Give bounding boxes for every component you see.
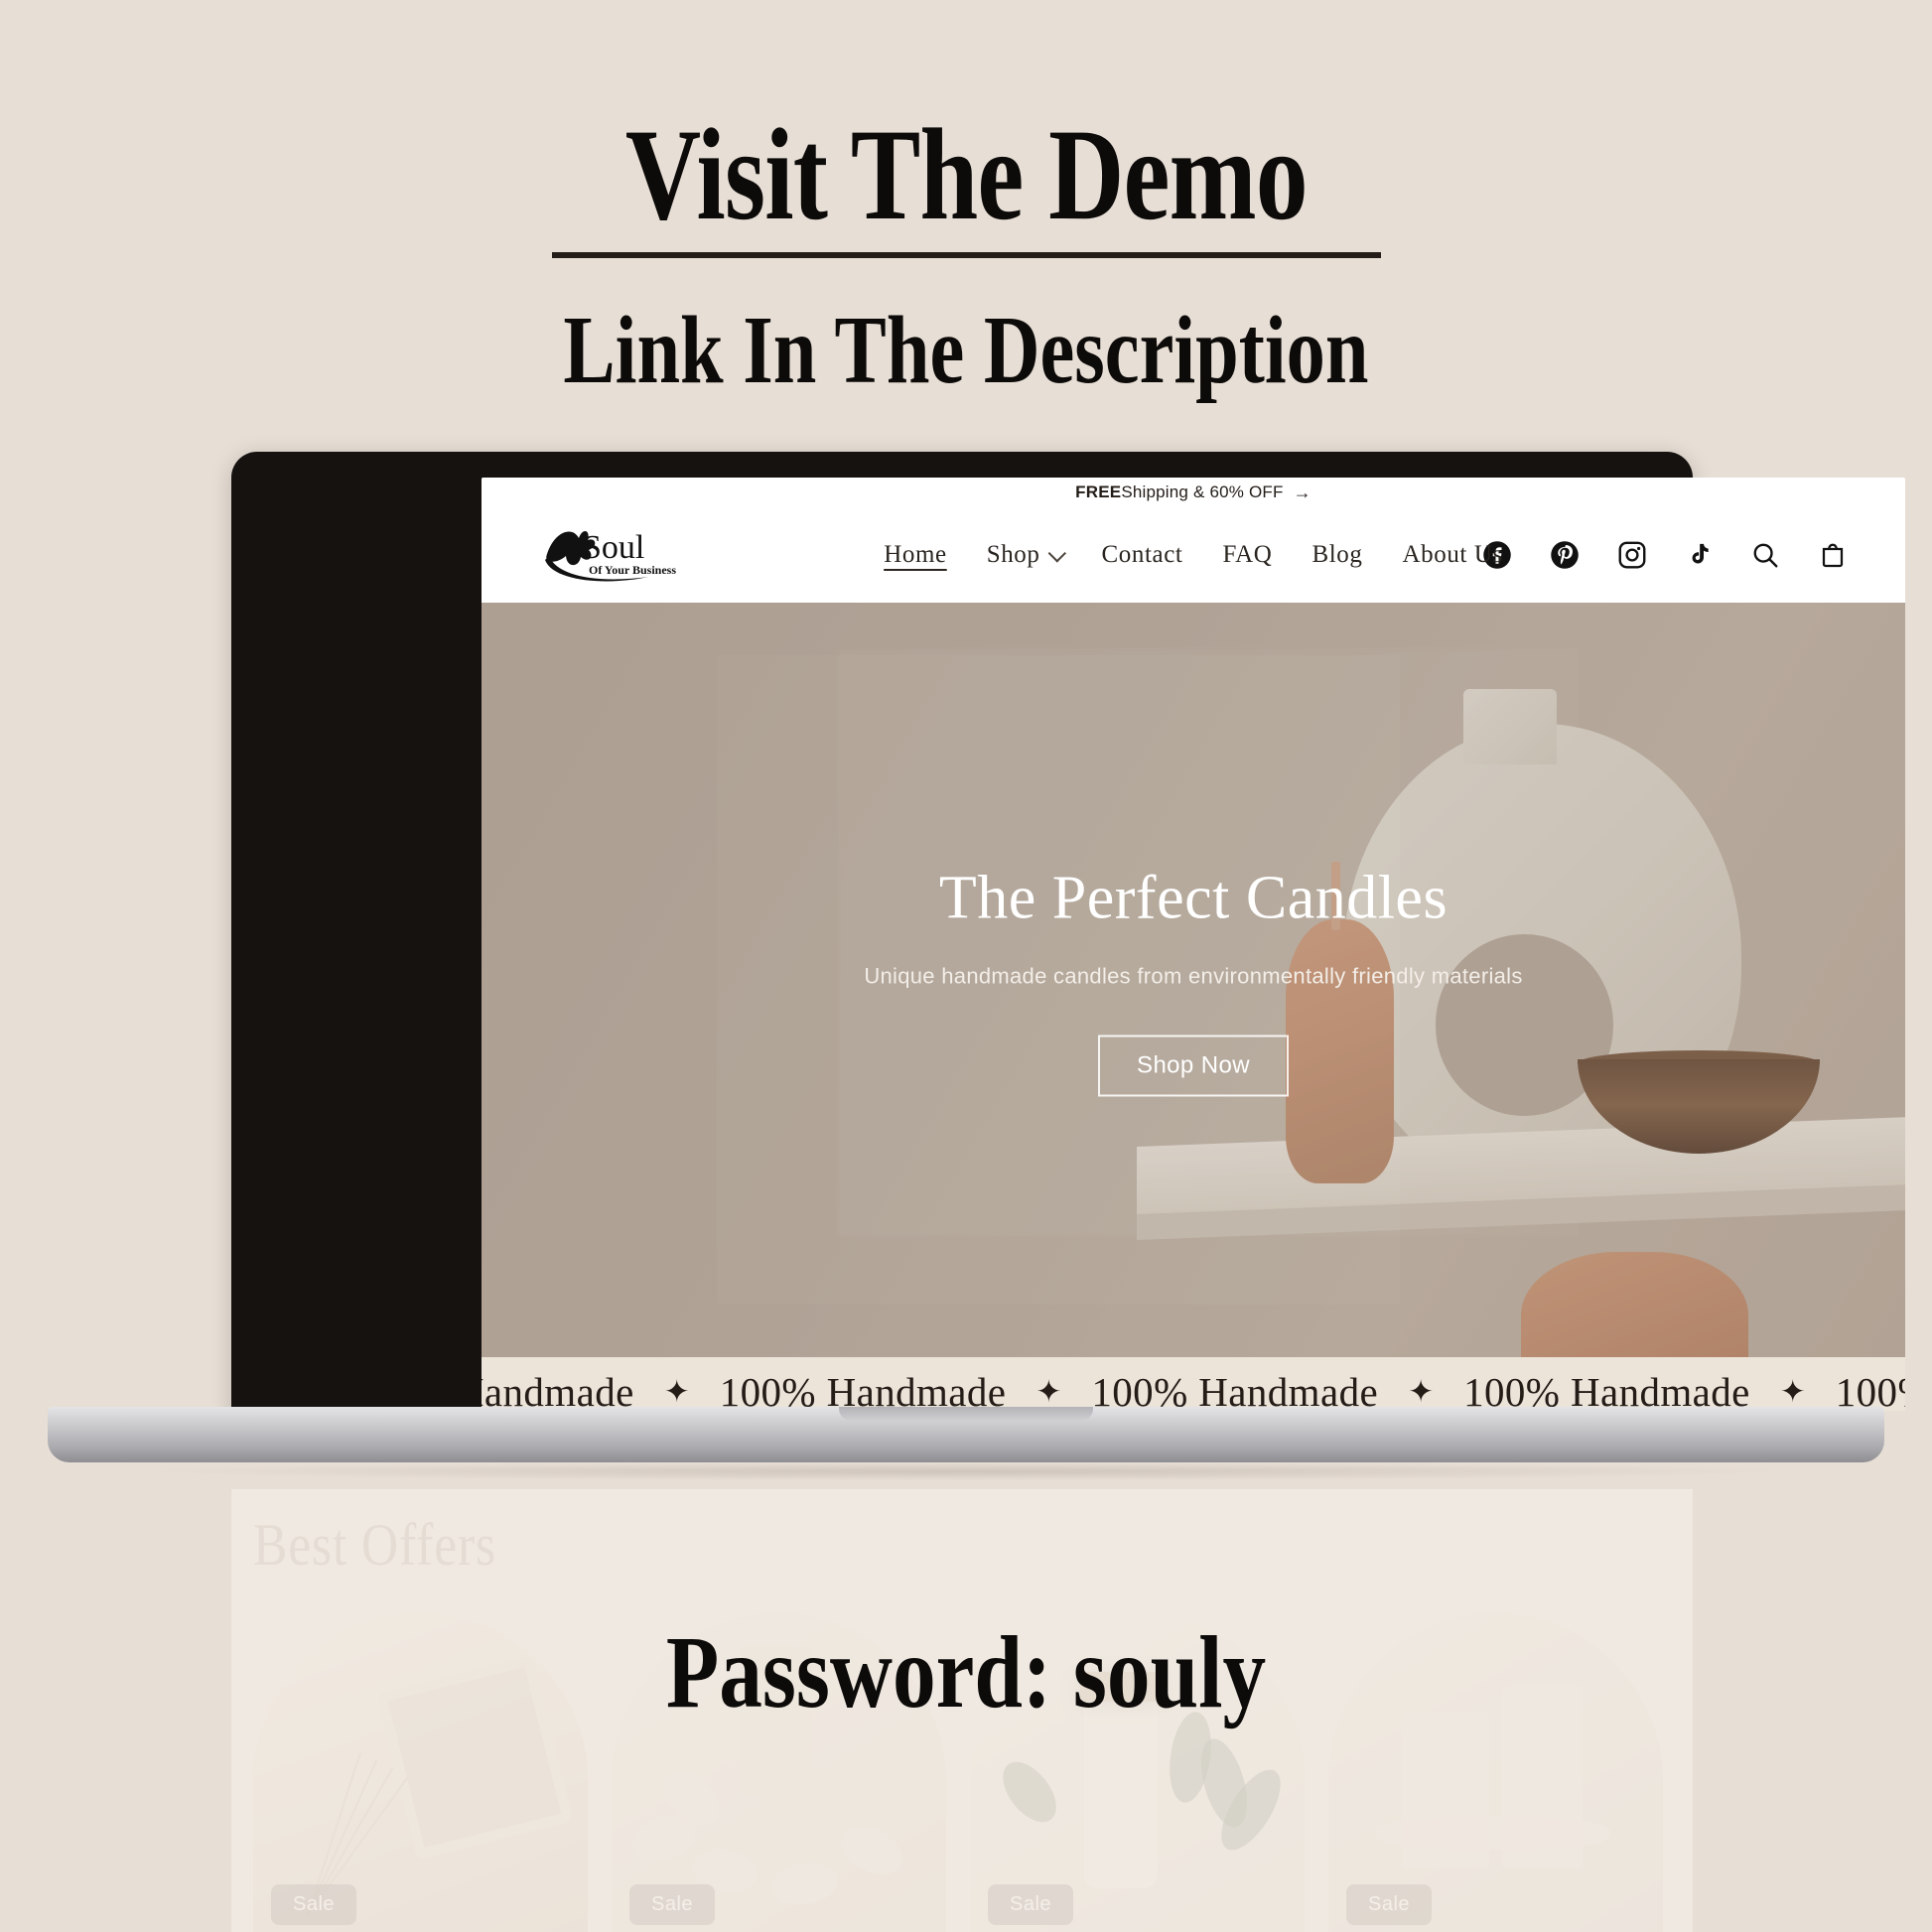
chevron-down-icon — [1047, 543, 1067, 563]
nav-label: Contact — [1101, 541, 1183, 568]
nav-label: Home — [884, 541, 947, 568]
header-icon-group — [1482, 540, 1848, 570]
promo-subtitle: Link In The Description — [563, 297, 1369, 404]
nav-label: Blog — [1311, 541, 1363, 568]
instagram-icon[interactable] — [1617, 540, 1647, 570]
sparkle-icon: ✦ — [663, 1374, 690, 1409]
nav-item-home[interactable]: Home — [884, 541, 947, 569]
laptop-mockup: FREE Shipping & 60% OFF → Soul Of Your B… — [0, 452, 1932, 1504]
nav-item-contact[interactable]: Contact — [1102, 541, 1183, 569]
svg-text:Soul: Soul — [583, 529, 644, 566]
sale-badge: Sale — [988, 1884, 1074, 1925]
site-header: Soul Of Your Business Home Shop Contact — [482, 507, 1905, 603]
nav-label: About Us — [1402, 541, 1503, 568]
nav-item-faq[interactable]: FAQ — [1222, 541, 1272, 569]
announcement-text: Shipping & 60% OFF — [1121, 483, 1284, 501]
marquee-item: 100% Handmade — [1091, 1369, 1379, 1411]
announcement-free-label: FREE — [1075, 483, 1122, 501]
hero-content: The Perfect Candles Unique handmade cand… — [482, 864, 1905, 1097]
sparkle-icon: ✦ — [1408, 1374, 1435, 1409]
cart-icon[interactable] — [1818, 540, 1848, 570]
marquee-item: 100% Handmade — [719, 1369, 1007, 1411]
sale-badge: Sale — [271, 1884, 357, 1925]
marquee-item: 100% Handmade — [1835, 1369, 1905, 1411]
svg-text:Of Your Business: Of Your Business — [589, 563, 676, 577]
arrow-right-icon: → — [1293, 482, 1311, 502]
laptop-shadow — [159, 1462, 1773, 1480]
handmade-marquee: 100% Handmade ✦ 100% Handmade ✦ 100% Handmad… — [482, 1357, 1905, 1411]
best-offers-heading: Best Offers — [253, 1512, 496, 1578]
promo-header: Visit The Demo Link In The Description — [0, 0, 1932, 417]
marquee-item: 100% Handmade — [1463, 1369, 1750, 1411]
sale-badge: Sale — [1346, 1884, 1433, 1925]
nav-label: Shop — [986, 541, 1040, 568]
hero-subheading: Unique handmade candles from environment… — [864, 963, 1523, 989]
pinterest-icon[interactable] — [1550, 540, 1580, 570]
password-callout: Password: souly — [665, 1615, 1267, 1729]
sparkle-icon: ✦ — [1779, 1374, 1806, 1409]
nav-item-shop[interactable]: Shop — [986, 541, 1067, 569]
hero-banner: The Perfect Candles Unique handmade cand… — [482, 603, 1905, 1357]
hero-heading: The Perfect Candles — [938, 864, 1449, 932]
nav-label: FAQ — [1222, 541, 1273, 568]
primary-nav: Home Shop Contact FAQ Blog About Us — [884, 541, 1503, 569]
search-icon[interactable] — [1750, 540, 1780, 570]
promo-title: Visit The Demo — [624, 101, 1309, 247]
laptop-base — [48, 1407, 1884, 1462]
shop-now-button[interactable]: Shop Now — [1098, 1035, 1289, 1097]
tiktok-icon[interactable] — [1685, 540, 1713, 570]
nav-item-about-us[interactable]: About Us — [1402, 541, 1502, 569]
promo-underline-rule — [551, 252, 1381, 258]
marquee-track: 100% Handmade ✦ 100% Handmade ✦ 100% Handmad… — [482, 1368, 1905, 1411]
announcement-bar[interactable]: FREE Shipping & 60% OFF → — [482, 478, 1905, 507]
sparkle-icon: ✦ — [1035, 1374, 1062, 1409]
soul-logo-icon: Soul Of Your Business — [545, 529, 676, 582]
site-logo[interactable]: Soul Of Your Business — [539, 524, 698, 586]
nav-item-blog[interactable]: Blog — [1311, 541, 1362, 569]
sale-badge: Sale — [629, 1884, 716, 1925]
browser-viewport: FREE Shipping & 60% OFF → Soul Of Your B… — [482, 478, 1905, 1411]
marquee-item: 100% Handmade — [482, 1369, 634, 1411]
laptop-lid: FREE Shipping & 60% OFF → Soul Of Your B… — [231, 452, 1905, 1430]
